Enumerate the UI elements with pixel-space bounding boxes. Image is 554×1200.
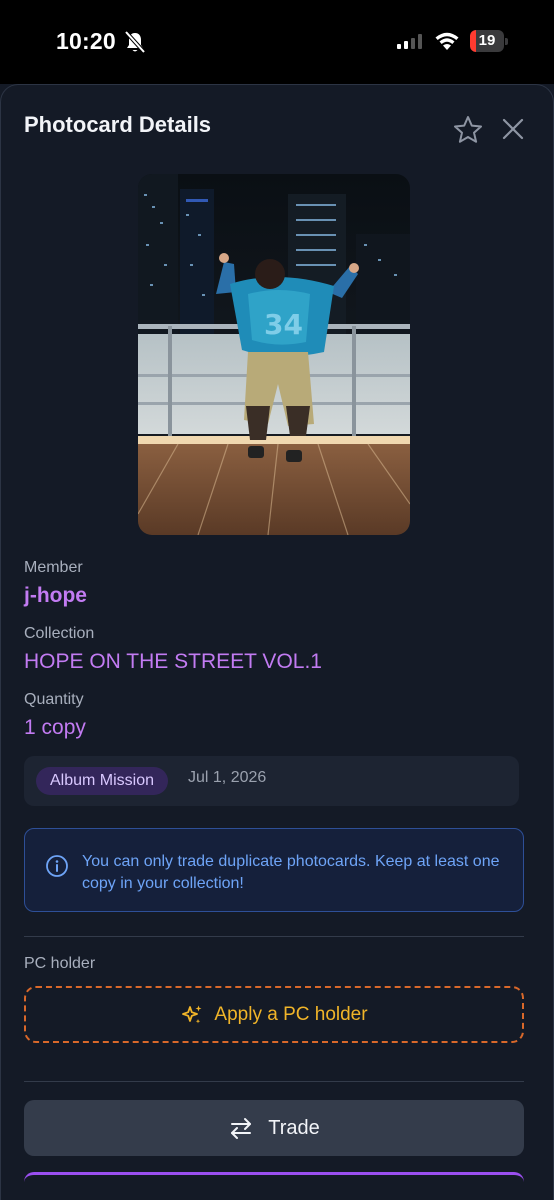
battery-level: 19 <box>478 32 496 49</box>
quantity-value: 1 copy <box>24 716 86 739</box>
apply-pc-holder-label: Apply a PC holder <box>214 1003 368 1025</box>
svg-text:34: 34 <box>264 308 303 341</box>
divider <box>24 1081 524 1082</box>
collection-label: Collection <box>24 625 95 642</box>
status-time: 10:20 <box>56 28 116 54</box>
member-value: j-hope <box>24 584 87 607</box>
album-mission-badge: Album Mission <box>36 767 169 795</box>
collection-value: HOPE ON THE STREET VOL.1 <box>24 650 322 673</box>
close-icon[interactable] <box>500 116 526 142</box>
acquired-date: Jul 1, 2026 <box>188 769 267 786</box>
battery-icon: 19 <box>470 30 508 52</box>
primary-action-button[interactable] <box>24 1172 524 1200</box>
pc-holder-label: PC holder <box>24 955 96 972</box>
swap-arrows-icon <box>231 1118 252 1139</box>
apply-pc-holder-button[interactable]: Apply a PC holder <box>24 986 524 1043</box>
photocard-image[interactable]: 34 <box>138 174 410 535</box>
star-outline-icon[interactable] <box>452 114 484 146</box>
trade-button[interactable]: Trade <box>24 1100 524 1156</box>
page-title: Photocard Details <box>24 112 212 137</box>
status-bar: 10:20 19 <box>0 0 554 84</box>
member-label: Member <box>24 559 83 576</box>
trade-info-notice: You can only trade duplicate photocards.… <box>24 828 524 912</box>
info-circle-icon <box>46 855 68 877</box>
wifi-icon <box>435 32 459 50</box>
signal-icon <box>397 34 422 49</box>
info-text: You can only trade duplicate photocards.… <box>82 853 500 892</box>
divider <box>24 936 524 937</box>
trade-label: Trade <box>268 1116 320 1139</box>
bell-slash-icon <box>124 30 146 54</box>
sparkles-icon <box>182 1005 202 1023</box>
acquisition-row: Album Mission Jul 1, 2026 <box>24 756 519 806</box>
quantity-label: Quantity <box>24 691 84 708</box>
